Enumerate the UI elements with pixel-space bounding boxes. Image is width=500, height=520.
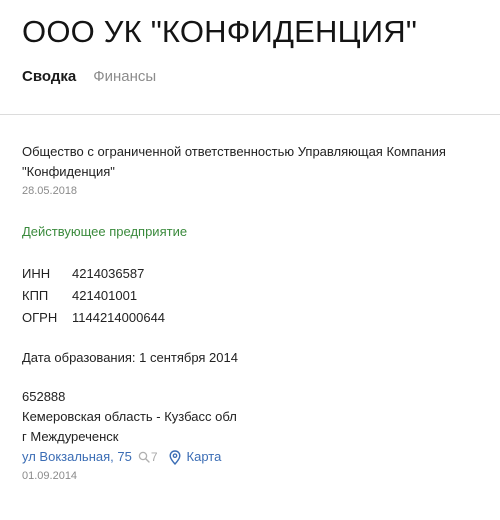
status-text: Действующее предприятие	[22, 224, 188, 239]
ogrn-value: 1144214000644	[72, 310, 166, 325]
summary-content: Общество с ограниченной ответственностью…	[0, 115, 500, 484]
address-links: ул Вокзальная, 75 7 Карта	[22, 447, 478, 467]
map-pin-icon	[169, 449, 181, 465]
address-date: 01.09.2014	[22, 470, 78, 482]
map-label: Карта	[186, 449, 222, 464]
postal-code: 652888	[22, 389, 66, 404]
search-count-link[interactable]: 7	[138, 447, 158, 467]
page-header: ООО УК "КОНФИДЕНЦИЯ" Сводка Финансы	[0, 0, 500, 114]
code-row-kpp: КПП 421401001	[22, 285, 478, 307]
tab-bar: Сводка Финансы	[22, 67, 478, 87]
tab-summary[interactable]: Сводка	[22, 67, 76, 87]
address-city: г Междуреченск	[22, 429, 119, 444]
inn-value: 4214036587	[72, 266, 145, 281]
search-icon	[138, 451, 150, 463]
company-full-name: Общество с ограниченной ответственностью…	[22, 144, 446, 179]
registration-codes: ИНН 4214036587 КПП 421401001 ОГРН 114421…	[22, 263, 478, 329]
address-block: 652888 Кемеровская область - Кузбасс обл…	[22, 387, 478, 484]
search-count: 7	[150, 450, 158, 464]
kpp-label: КПП	[22, 288, 49, 303]
kpp-value: 421401001	[72, 288, 138, 303]
street-link[interactable]: ул Вокзальная, 75	[22, 447, 132, 467]
name-date: 28.05.2018	[22, 185, 78, 197]
company-page: ООО УК "КОНФИДЕНЦИЯ" Сводка Финансы Обще…	[0, 0, 500, 520]
tab-finances[interactable]: Финансы	[93, 67, 156, 87]
code-row-ogrn: ОГРН 1144214000644	[22, 307, 478, 329]
inn-label: ИНН	[22, 266, 51, 281]
map-link[interactable]: Карта	[169, 447, 222, 467]
ogrn-label: ОГРН	[22, 310, 58, 325]
founded-date: Дата образования: 1 сентября 2014	[22, 350, 238, 365]
code-row-inn: ИНН 4214036587	[22, 263, 478, 285]
page-title: ООО УК "КОНФИДЕНЦИЯ"	[22, 14, 418, 49]
address-region: Кемеровская область - Кузбасс обл	[22, 409, 237, 424]
